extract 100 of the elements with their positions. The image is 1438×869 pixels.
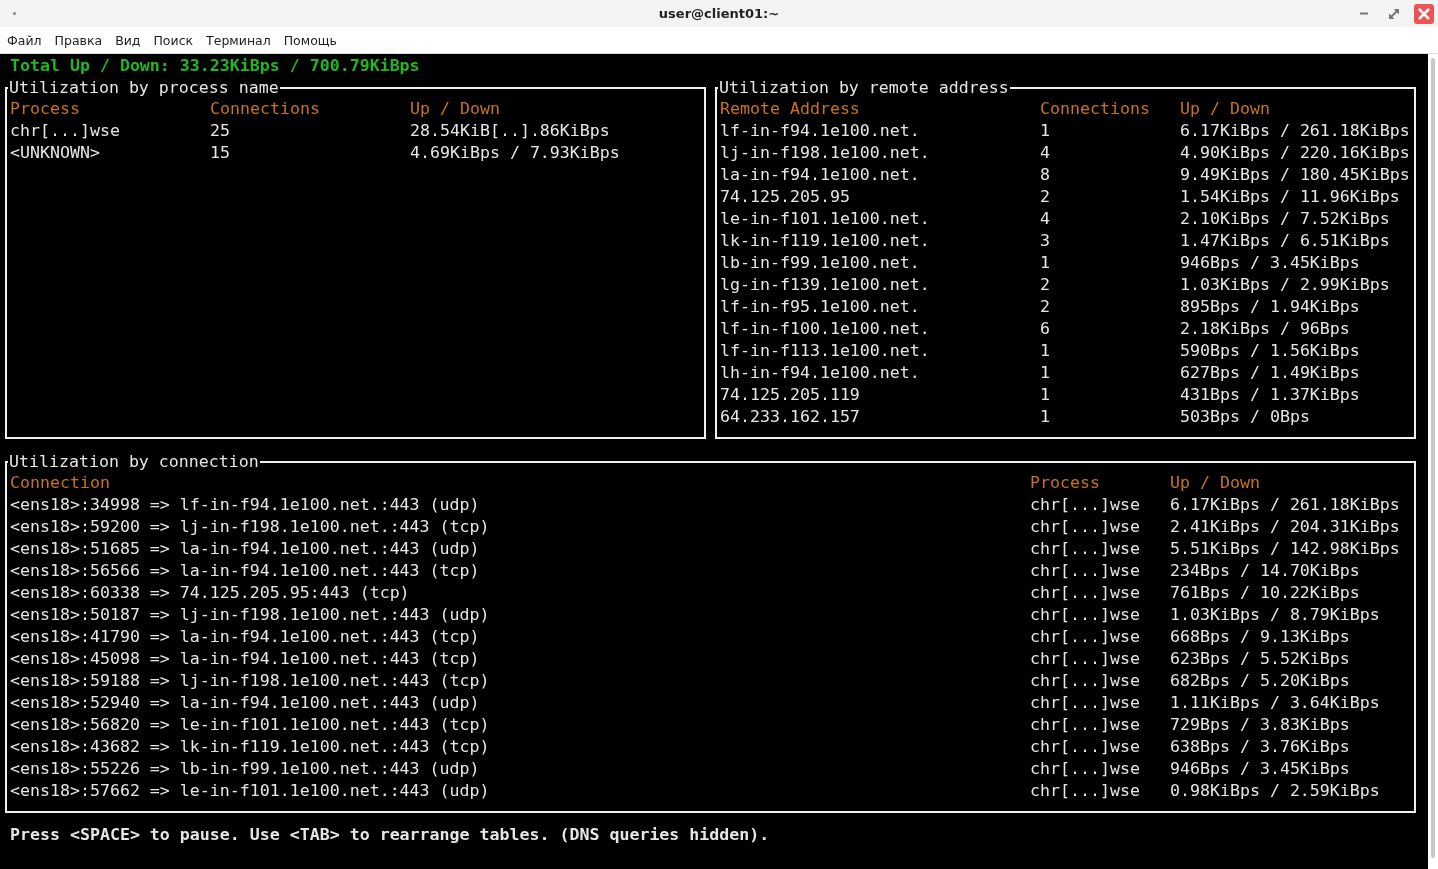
menu-item[interactable]: Терминал <box>201 32 279 48</box>
menu-item[interactable]: Поиск <box>148 32 202 48</box>
table-cell-text: 4.90KiBps / 220.16KiBps <box>1180 142 1411 164</box>
column-header: Up / Down <box>410 98 501 120</box>
table-cell-text: <ens18>:43682 => lk-in-f119.1e100.net.:443 (tcp) <box>10 736 491 758</box>
table-cell-text: 1 <box>1040 252 1051 274</box>
table-cell-text: <ens18>:41790 => la-in-f94.1e100.net.:443 (tcp) <box>10 626 481 648</box>
table-cell-text: 15 <box>210 142 231 164</box>
close-icon[interactable] <box>1414 3 1434 24</box>
table-cell-text: chr[...]wse <box>1030 582 1141 604</box>
help-text: Press <SPACE> to pause. Use <TAB> to rearrange tables. (DNS queries hidden). <box>9 824 770 846</box>
menu-item[interactable]: Файл <box>2 32 50 48</box>
table-cell-text: chr[...]wse <box>1030 516 1141 538</box>
table-cell-text: le-in-f101.1e100.net. <box>720 208 931 230</box>
table-cell-text: <ens18>:52940 => la-in-f94.1e100.net.:443 (udp) <box>10 692 481 714</box>
table-cell-text: <UNKNOWN> <box>10 142 101 164</box>
table-cell-text: <ens18>:60338 => 74.125.205.95:443 (tcp) <box>10 582 411 604</box>
table-cell-text: chr[...]wse <box>1030 692 1141 714</box>
table-cell-text: 1.54KiBps / 11.96KiBps <box>1180 186 1401 208</box>
table-cell-text: chr[...]wse <box>1030 538 1141 560</box>
table-cell-text: 1.47KiBps / 6.51KiBps <box>1180 230 1391 252</box>
table-cell-text: 0.98KiBps / 2.59KiBps <box>1170 780 1381 802</box>
table-cell-text: <ens18>:57662 => le-in-f101.1e100.net.:443 (udp) <box>10 780 491 802</box>
table-cell-text: lf-in-f95.1e100.net. <box>720 296 921 318</box>
table-cell-text: 2 <box>1040 296 1051 318</box>
table-cell-text: 6.17KiBps / 261.18KiBps <box>1180 120 1411 142</box>
table-cell-text: chr[...]wse <box>1030 670 1141 692</box>
table-cell-text: 4 <box>1040 208 1051 230</box>
table-cell-text: <ens18>:56566 => la-in-f94.1e100.net.:443 (tcp) <box>10 560 481 582</box>
table-cell-text: 3 <box>1040 230 1051 252</box>
table-cell-text: 1.03KiBps / 8.79KiBps <box>1170 604 1381 626</box>
column-header: Process <box>10 98 81 120</box>
table-cell-text: 638Bps / 3.76KiBps <box>1170 736 1351 758</box>
table-cell-text: 2 <box>1040 186 1051 208</box>
table-cell-text: 64.233.162.157 <box>720 406 861 428</box>
table-cell-text: <ens18>:45098 => la-in-f94.1e100.net.:443 (tcp) <box>10 648 481 670</box>
table-cell-text: la-in-f94.1e100.net. <box>720 164 921 186</box>
column-header: Up / Down <box>1170 472 1261 494</box>
table-cell-text: chr[...]wse <box>1030 780 1141 802</box>
table-cell-text: lg-in-f139.1e100.net. <box>720 274 931 296</box>
table-cell-text: <ens18>:50187 => lj-in-f198.1e100.net.:443 (udp) <box>10 604 491 626</box>
table-cell-text: 25 <box>210 120 231 142</box>
column-header: Remote Address <box>720 98 861 120</box>
table-cell-text: 6 <box>1040 318 1051 340</box>
table-cell-text: lf-in-f113.1e100.net. <box>720 340 931 362</box>
table-cell-text: 1 <box>1040 120 1051 142</box>
table-cell-text: <ens18>:56820 => le-in-f101.1e100.net.:443 (tcp) <box>10 714 491 736</box>
table-cell-text: 28.54KiB[..].86KiBps <box>410 120 611 142</box>
table-cell-text: chr[...]wse <box>10 120 121 142</box>
menu-item[interactable]: Помощь <box>278 32 345 48</box>
table-cell-text: 761Bps / 10.22KiBps <box>1170 582 1361 604</box>
table-cell-text: chr[...]wse <box>1030 494 1141 516</box>
table-cell-text: <ens18>:59200 => lj-in-f198.1e100.net.:443 (tcp) <box>10 516 491 538</box>
table-cell-text: 590Bps / 1.56KiBps <box>1180 340 1361 362</box>
table-cell-text: 4 <box>1040 142 1051 164</box>
table-cell-text: 9.49KiBps / 180.45KiBps <box>1180 164 1411 186</box>
table-cell-text: <ens18>:51685 => la-in-f94.1e100.net.:443 (udp) <box>10 538 481 560</box>
table-cell-text: 503Bps / 0Bps <box>1180 406 1311 428</box>
column-header: Connection <box>10 472 111 494</box>
menu-item[interactable]: Вид <box>110 32 149 48</box>
column-header: Process <box>1030 472 1101 494</box>
table-cell-text: 431Bps / 1.37KiBps <box>1180 384 1361 406</box>
table-cell-text: chr[...]wse <box>1030 714 1141 736</box>
table-cell-text: 1 <box>1040 406 1051 428</box>
table-cell-text: <ens18>:34998 => lf-in-f94.1e100.net.:443 (udp) <box>10 494 481 516</box>
table-cell-text: 895Bps / 1.94KiBps <box>1180 296 1361 318</box>
column-header: Up / Down <box>1180 98 1271 120</box>
table-cell-text: 8 <box>1040 164 1051 186</box>
column-header: Connections <box>210 98 321 120</box>
table-cell-text: 627Bps / 1.49KiBps <box>1180 362 1361 384</box>
table-cell-text: 234Bps / 14.70KiBps <box>1170 560 1361 582</box>
table-cell-text: lf-in-f100.1e100.net. <box>720 318 931 340</box>
table-cell-text: 74.125.205.119 <box>720 384 861 406</box>
table-cell-text: 2.18KiBps / 96Bps <box>1180 318 1351 340</box>
table-cell-text: lh-in-f94.1e100.net. <box>720 362 921 384</box>
table-cell-text: lj-in-f198.1e100.net. <box>720 142 931 164</box>
table-cell-text: 623Bps / 5.52KiBps <box>1170 648 1351 670</box>
table-cell-text: chr[...]wse <box>1030 758 1141 780</box>
table-cell-text: <ens18>:59188 => lj-in-f198.1e100.net.:443 (tcp) <box>10 670 491 692</box>
table-cell-text: 1.03KiBps / 2.99KiBps <box>1180 274 1391 296</box>
table-cell-text: 1 <box>1040 362 1051 384</box>
table-cell-text: 682Bps / 5.20KiBps <box>1170 670 1351 692</box>
window-menu-icon[interactable] <box>13 12 16 15</box>
table-cell-text: 74.125.205.95 <box>720 186 851 208</box>
table-cell-text: 946Bps / 3.45KiBps <box>1170 758 1351 780</box>
table-cell-text: chr[...]wse <box>1030 560 1141 582</box>
table-cell-text: chr[...]wse <box>1030 626 1141 648</box>
table-cell-text: chr[...]wse <box>1030 648 1141 670</box>
table-cell-text: 1.11KiBps / 3.64KiBps <box>1170 692 1381 714</box>
table-cell-text: lb-in-f99.1e100.net. <box>720 252 921 274</box>
table-cell-text: lf-in-f94.1e100.net. <box>720 120 921 142</box>
table-cell-text: 5.51KiBps / 142.98KiBps <box>1170 538 1401 560</box>
table-cell-text: chr[...]wse <box>1030 736 1141 758</box>
table-cell-text: 1 <box>1040 340 1051 362</box>
table-cell-text: chr[...]wse <box>1030 604 1141 626</box>
menu-item[interactable]: Правка <box>49 32 111 48</box>
table-cell-text: 4.69KiBps / 7.93KiBps <box>410 142 621 164</box>
table-cell-text: 729Bps / 3.83KiBps <box>1170 714 1351 736</box>
table-cell-text: <ens18>:55226 => lb-in-f99.1e100.net.:443 (udp) <box>10 758 481 780</box>
table-cell-text: 2.41KiBps / 204.31KiBps <box>1170 516 1401 538</box>
